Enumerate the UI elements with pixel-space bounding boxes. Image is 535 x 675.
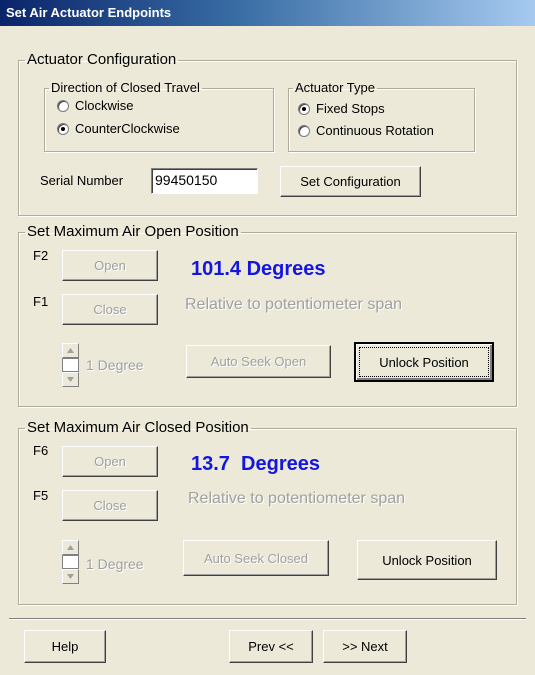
radio-fixed-stops-dot[interactable] [298, 102, 310, 115]
title-bar: Set Air Actuator Endpoints [0, 0, 535, 26]
open-degrees-readout: 101.4 Degrees [191, 258, 326, 280]
closed-position-open-button[interactable]: Open [62, 446, 158, 477]
auto-seek-closed-button[interactable]: Auto Seek Closed [183, 540, 329, 576]
dialog-window: Set Air Actuator Endpoints Actuator Conf… [0, 0, 535, 675]
actuator-type-legend: Actuator Type [295, 80, 375, 95]
closed-unlock-position-button[interactable]: Unlock Position [357, 540, 497, 580]
radio-fixed-stops-label: Fixed Stops [316, 101, 385, 116]
spinner-up-arrow-icon[interactable] [62, 540, 79, 555]
direction-legend: Direction of Closed Travel [51, 80, 200, 95]
direction-group: Direction of Closed Travel [44, 80, 274, 152]
closed-position-legend: Set Maximum Air Closed Position [27, 419, 249, 436]
closed-step-spinner[interactable] [62, 540, 79, 584]
open-position-open-button[interactable]: Open [62, 250, 158, 281]
actuator-configuration-legend: Actuator Configuration [27, 51, 177, 68]
radio-clockwise-dot[interactable] [57, 99, 69, 112]
serial-number-input[interactable]: 99450150 [151, 168, 258, 194]
spinner-thumb[interactable] [62, 555, 79, 569]
radio-fixed-stops[interactable]: Fixed Stops [298, 101, 385, 116]
spinner-thumb[interactable] [62, 358, 79, 372]
radio-clockwise-label: Clockwise [75, 98, 134, 113]
open-unlock-position-button[interactable]: Unlock Position [354, 342, 494, 382]
footer-separator [9, 618, 526, 620]
closed-relative-note: Relative to potentiometer span [188, 490, 406, 507]
open-relative-note: Relative to potentiometer span [185, 296, 403, 313]
serial-number-label: Serial Number [40, 173, 124, 188]
radio-counterclockwise-label: CounterClockwise [75, 121, 180, 136]
radio-continuous-rotation-label: Continuous Rotation [316, 123, 434, 138]
closed-degrees-readout: 13.7 Degrees [191, 453, 320, 475]
closed-fkey-open: F6 [33, 443, 49, 458]
radio-counterclockwise[interactable]: CounterClockwise [57, 121, 180, 136]
radio-continuous-rotation[interactable]: Continuous Rotation [298, 123, 434, 138]
open-step-label: 1 Degree [86, 357, 144, 373]
spinner-up-arrow-icon[interactable] [62, 343, 79, 358]
radio-continuous-rotation-dot[interactable] [298, 124, 310, 137]
radio-clockwise[interactable]: Clockwise [57, 98, 134, 113]
closed-step-label: 1 Degree [86, 556, 144, 572]
spinner-down-arrow-icon[interactable] [62, 569, 79, 584]
prev-button[interactable]: Prev << [229, 630, 313, 663]
open-position-close-button[interactable]: Close [62, 294, 158, 325]
closed-position-close-button[interactable]: Close [62, 490, 158, 521]
radio-counterclockwise-dot[interactable] [57, 122, 69, 135]
open-fkey-open: F2 [33, 248, 49, 263]
open-step-spinner[interactable] [62, 343, 79, 387]
closed-fkey-close: F5 [33, 488, 49, 503]
open-fkey-close: F1 [33, 294, 49, 309]
open-position-legend: Set Maximum Air Open Position [27, 223, 239, 240]
spinner-down-arrow-icon[interactable] [62, 372, 79, 387]
set-configuration-button[interactable]: Set Configuration [280, 166, 421, 197]
help-button[interactable]: Help [24, 630, 106, 663]
auto-seek-open-button[interactable]: Auto Seek Open [186, 345, 331, 378]
next-button[interactable]: >> Next [323, 630, 407, 663]
actuator-type-group: Actuator Type [288, 80, 475, 152]
